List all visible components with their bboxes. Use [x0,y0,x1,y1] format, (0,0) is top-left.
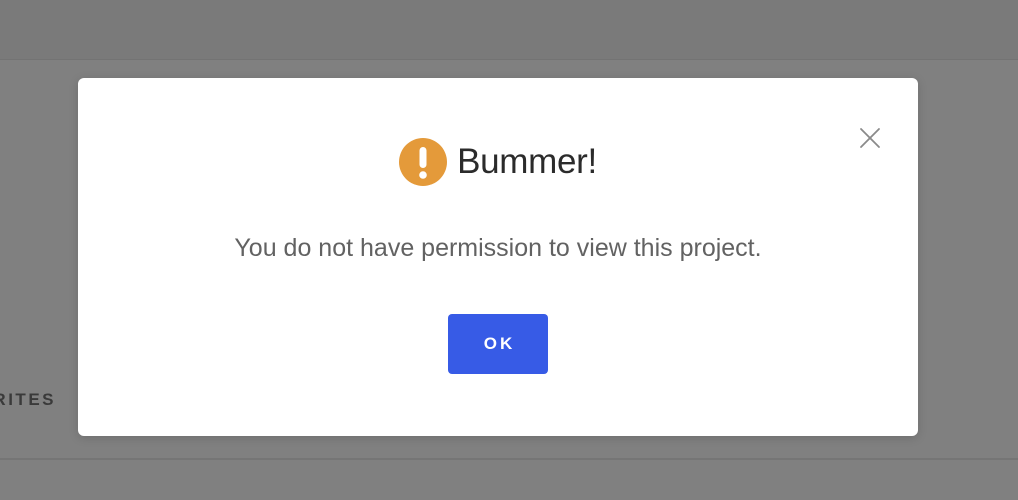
ok-button[interactable]: OK [448,314,548,374]
background-header [0,0,1018,60]
dialog-header: Bummer! [78,137,918,187]
dialog-message: You do not have permission to view this … [234,234,762,262]
exclamation-circle-icon [399,138,448,186]
permission-dialog: Bummer! You do not have permission to vi… [78,78,918,436]
background-divider [0,458,1018,460]
dialog-title: Bummer! [457,142,597,181]
background-section-label: FAVORITES [0,390,56,409]
